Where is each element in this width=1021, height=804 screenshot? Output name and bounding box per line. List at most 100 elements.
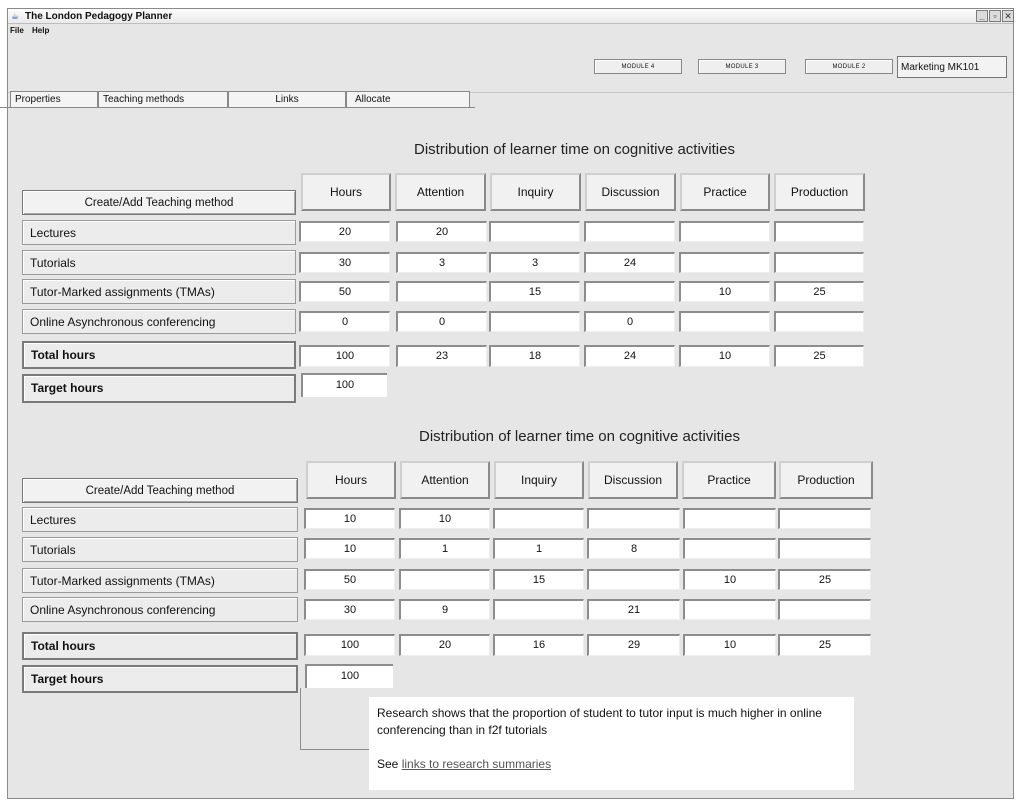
t2-cell-r0-discussion[interactable] (587, 508, 680, 529)
t1-col-attention: Attention (395, 173, 486, 211)
t1-target-label: Target hours (22, 374, 296, 403)
tab-teaching-methods[interactable]: Teaching methods (98, 91, 228, 107)
t1-cell-r1-discussion[interactable]: 24 (584, 252, 675, 273)
t2-cell-r0-production[interactable] (778, 508, 871, 529)
t1-row-label-lectures: Lectures (22, 220, 296, 245)
t1-total-label: Total hours (22, 341, 296, 369)
t2-row-label-lectures: Lectures (22, 507, 298, 532)
t1-cell-r0-hours[interactable]: 20 (299, 221, 390, 242)
t2-target-hours-input[interactable]: 100 (305, 664, 393, 688)
maximize-icon[interactable]: ▫ (989, 10, 1001, 22)
t1-cell-r2-hours[interactable]: 50 (299, 281, 390, 302)
t1-col-inquiry: Inquiry (490, 173, 581, 211)
t2-cell-r0-practice[interactable] (683, 508, 776, 529)
research-summaries-link[interactable]: links to research summaries (402, 757, 551, 771)
t2-cell-r3-hours[interactable]: 30 (304, 599, 395, 620)
t1-cell-r1-hours[interactable]: 30 (299, 252, 390, 273)
module-name-field[interactable]: Marketing MK101 (897, 56, 1007, 78)
tab-properties[interactable]: Properties (10, 91, 98, 107)
t1-cell-r2-discussion[interactable] (584, 281, 675, 302)
t2-cell-r1-hours[interactable]: 10 (304, 538, 395, 559)
t2-cell-r1-discussion[interactable]: 8 (587, 538, 680, 559)
t2-cell-r2-hours[interactable]: 50 (304, 569, 395, 590)
t1-total-production: 25 (774, 345, 864, 367)
t2-col-inquiry: Inquiry (494, 461, 584, 499)
t1-cell-r3-inquiry[interactable] (489, 311, 580, 332)
t1-cell-r3-production[interactable] (774, 311, 864, 332)
t2-target-label: Target hours (22, 665, 298, 693)
t2-cell-r3-production[interactable] (778, 599, 871, 620)
t2-cell-r0-hours[interactable]: 10 (304, 508, 395, 529)
research-note-text: Research shows that the proportion of st… (377, 706, 822, 737)
t1-cell-r3-attention[interactable]: 0 (396, 311, 487, 332)
t1-cell-r2-practice[interactable]: 10 (679, 281, 770, 302)
t2-total-hours: 100 (304, 634, 395, 656)
t2-cell-r3-attention[interactable]: 9 (399, 599, 490, 620)
t1-cell-r1-attention[interactable]: 3 (396, 252, 487, 273)
t1-cell-r2-inquiry[interactable]: 15 (489, 281, 580, 302)
t2-col-production: Production (779, 461, 873, 499)
t1-col-hours: Hours (301, 173, 391, 211)
title-bar: ☕ The London Pedagogy Planner _ ▫ ✕ (8, 9, 1014, 24)
t1-col-discussion: Discussion (585, 173, 676, 211)
tab-links[interactable]: Links (228, 91, 346, 107)
research-note-see-line: See links to research summaries (377, 756, 854, 773)
callout-line-v (300, 688, 301, 750)
t1-target-hours-input[interactable]: 100 (301, 373, 387, 397)
t2-total-attention: 20 (399, 634, 490, 656)
t1-row-label-online: Online Asynchronous conferencing (22, 309, 296, 334)
t2-cell-r2-discussion[interactable] (587, 569, 680, 590)
t1-total-practice: 10 (679, 345, 770, 367)
t1-col-production: Production (774, 173, 865, 211)
t2-cell-r1-inquiry[interactable]: 1 (493, 538, 584, 559)
t1-cell-r1-practice[interactable] (679, 252, 770, 273)
module-4-button[interactable]: MODULE 4 (594, 59, 682, 74)
t1-cell-r1-production[interactable] (774, 252, 864, 273)
module-3-button[interactable]: MODULE 3 (698, 59, 786, 74)
t2-col-hours: Hours (306, 461, 396, 499)
t1-cell-r2-attention[interactable] (396, 281, 487, 302)
t2-cell-r2-attention[interactable] (399, 569, 490, 590)
t2-cell-r1-attention[interactable]: 1 (399, 538, 490, 559)
t1-cell-r3-discussion[interactable]: 0 (584, 311, 675, 332)
t2-total-label: Total hours (22, 632, 298, 660)
t1-cell-r3-practice[interactable] (679, 311, 770, 332)
module-2-button[interactable]: MODULE 2 (805, 59, 893, 74)
t2-row-label-online: Online Asynchronous conferencing (22, 597, 298, 622)
t2-cell-r1-practice[interactable] (683, 538, 776, 559)
t2-col-attention: Attention (400, 461, 490, 499)
java-icon: ☕ (11, 11, 20, 21)
t1-cell-r2-production[interactable]: 25 (774, 281, 864, 302)
t2-col-practice: Practice (682, 461, 776, 499)
t2-cell-r0-inquiry[interactable] (493, 508, 584, 529)
t2-cell-r3-inquiry[interactable] (493, 599, 584, 620)
t1-cell-r3-hours[interactable]: 0 (299, 311, 390, 332)
t2-cell-r0-attention[interactable]: 10 (399, 508, 490, 529)
close-icon[interactable]: ✕ (1002, 10, 1014, 22)
t2-cell-r2-production[interactable]: 25 (778, 569, 871, 590)
menu-help[interactable]: Help (32, 26, 49, 35)
t1-cell-r0-discussion[interactable] (584, 221, 675, 242)
t2-cell-r3-discussion[interactable]: 21 (587, 599, 680, 620)
t1-cell-r0-production[interactable] (774, 221, 864, 242)
t2-total-production: 25 (778, 634, 871, 656)
t1-cell-r0-inquiry[interactable] (489, 221, 580, 242)
menu-file[interactable]: File (10, 26, 24, 35)
create-teaching-method-button-2[interactable]: Create/Add Teaching method (22, 478, 298, 503)
t2-cell-r2-practice[interactable]: 10 (683, 569, 776, 590)
window-title: The London Pedagogy Planner (25, 11, 173, 22)
t1-cell-r0-attention[interactable]: 20 (396, 221, 487, 242)
t2-total-inquiry: 16 (493, 634, 584, 656)
tab-allocate[interactable]: Allocate (346, 91, 470, 107)
t2-row-label-tmas: Tutor-Marked assignments (TMAs) (22, 568, 298, 593)
minimize-icon[interactable]: _ (976, 10, 988, 22)
create-teaching-method-button-1[interactable]: Create/Add Teaching method (22, 190, 296, 215)
t2-col-discussion: Discussion (588, 461, 678, 499)
t2-total-discussion: 29 (587, 634, 680, 656)
t2-cell-r3-practice[interactable] (683, 599, 776, 620)
t2-cell-r2-inquiry[interactable]: 15 (493, 569, 584, 590)
t1-cell-r0-practice[interactable] (679, 221, 770, 242)
callout-line-h (300, 749, 369, 750)
t2-cell-r1-production[interactable] (778, 538, 871, 559)
t1-cell-r1-inquiry[interactable]: 3 (489, 252, 580, 273)
